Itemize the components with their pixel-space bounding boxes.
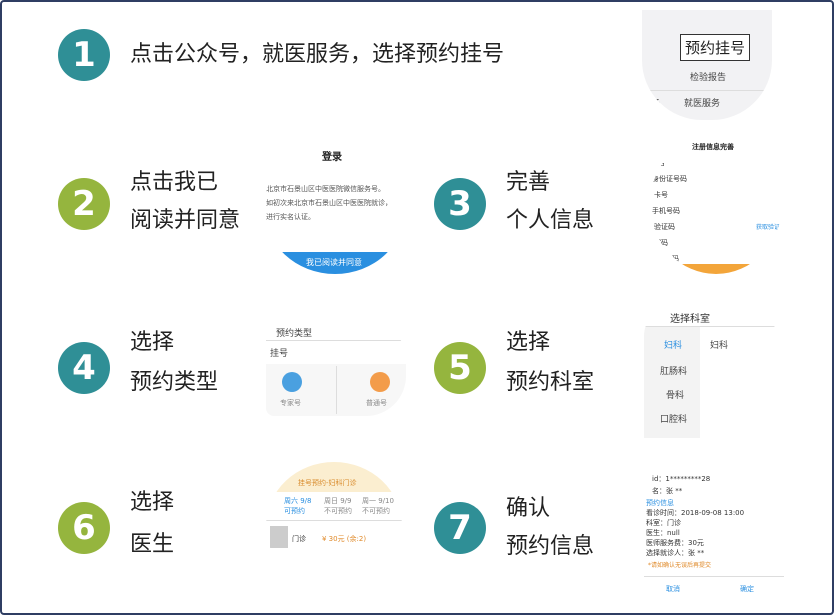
day-tab[interactable]: 周一 9/10 — [362, 496, 394, 506]
step-number: 2 — [72, 184, 96, 224]
day-status: 可预约 — [284, 507, 305, 515]
step-3-label-2: 个人信息 — [506, 208, 595, 233]
login-text: 北京市石景山区中医医院微信服务号。 — [266, 185, 385, 193]
confirm-line: 名：张 ** — [652, 487, 683, 495]
step-number: 5 — [448, 348, 472, 388]
dept-tab[interactable]: 肛肠科 — [660, 364, 687, 377]
field-label: 身份证号码 — [652, 175, 687, 183]
day-status: 不可预约 — [362, 507, 390, 515]
step-5-badge: 5 — [434, 342, 486, 394]
day-status: 不可预约 — [324, 507, 352, 515]
confirm-line: 看诊时间：2018-09-08 13:00 — [646, 509, 745, 517]
type-sub: 挂号 — [270, 349, 289, 359]
step-7-label-2: 预约信息 — [506, 534, 595, 559]
field-label: 认密码 — [658, 255, 679, 263]
dept-tab-active[interactable]: 妇科 — [664, 338, 682, 351]
agree-button-label: 我已阅读并同意 — [306, 258, 362, 267]
regular-icon — [370, 372, 390, 392]
agree-button[interactable]: 我已阅读并同意 — [264, 252, 406, 274]
step-3-screenshot: 注册信息完善 名 身份证号码 卡号 手机号码 验证码 获取验证码 密码 认密码 — [650, 134, 782, 274]
confirm-line: 选择就诊人：张 ** — [646, 549, 705, 557]
field-label: 卡号 — [654, 191, 668, 199]
login-text: 进行实名认证。 — [266, 213, 315, 221]
step-number: 7 — [448, 508, 472, 548]
step-1-badge: 1 — [58, 29, 110, 81]
cancel-button[interactable]: 取消 — [666, 584, 680, 594]
confirm-line: 医师服务费：30元 — [646, 539, 704, 547]
step-6-label-1: 选择 — [130, 490, 175, 515]
confirm-heading: 预约信息 — [646, 499, 674, 507]
dept-tab[interactable]: 口腔科 — [660, 412, 687, 425]
dept-tab[interactable]: 骨科 — [666, 388, 684, 401]
get-code-link[interactable]: 获取验证码 — [756, 222, 782, 231]
step-3-badge: 3 — [434, 178, 486, 230]
step-7-label-1: 确认 — [506, 496, 551, 521]
doctor-title: 挂号预约-妇科门诊 — [298, 479, 357, 487]
day-tab[interactable]: 周六 9/8 — [284, 496, 312, 506]
step-number: 4 — [72, 348, 96, 388]
step-5-screenshot: 选择科室 妇科 妇科 肛肠科 骨科 口腔科 — [644, 306, 776, 438]
dept-item[interactable]: 妇科 — [710, 338, 728, 351]
field-label: 手机号码 — [652, 207, 680, 215]
step-5-label-2: 预约科室 — [506, 370, 595, 395]
step-2-label-2: 阅读并同意 — [130, 208, 241, 233]
menu-item: 检验报告 — [690, 73, 727, 83]
submit-button[interactable] — [670, 264, 762, 274]
step-4-badge: 4 — [58, 342, 110, 394]
step-5-label-1: 选择 — [506, 330, 551, 355]
bar-mid: 就医服务 — [684, 99, 721, 109]
confirm-line: 医生：null — [646, 529, 680, 537]
step-4-label-2: 预约类型 — [130, 370, 219, 395]
confirm-note: *请如确认无误后再提交 — [648, 562, 712, 569]
slot-label: 门诊 — [292, 535, 306, 543]
confirm-line: 科室：门诊 — [646, 519, 681, 527]
field-label: 名 — [658, 159, 665, 167]
step-1-screenshot: 预约挂号 检验报告 服务 就医服务 个 — [642, 10, 772, 120]
step-2-label-1: 点击我已 — [130, 170, 219, 195]
expert-icon — [282, 372, 302, 392]
register-title: 注册信息完善 — [692, 143, 734, 151]
confirm-button[interactable]: 确定 — [740, 584, 754, 594]
confirm-line: id：1*********28 — [652, 475, 711, 483]
type-title: 预约类型 — [276, 329, 313, 339]
step-3-label-1: 完善 — [506, 170, 551, 195]
step-2-badge: 2 — [58, 178, 110, 230]
doctor-avatar — [270, 526, 288, 548]
step-1-label: 点击公众号，就医服务，选择预约挂号 — [130, 42, 505, 67]
step-7-screenshot: id：1*********28 名：张 ** 预约信息 看诊时间：2018-09… — [644, 472, 784, 600]
step-number: 1 — [72, 35, 96, 75]
step-number: 6 — [72, 508, 96, 548]
field-label: 验证码 — [654, 223, 675, 231]
step-number: 3 — [448, 184, 472, 224]
step-4-screenshot: 预约类型 挂号 专家号 普通号 — [266, 320, 406, 416]
bar-right: 个 — [760, 99, 770, 109]
login-title: 登录 — [322, 152, 342, 163]
slot-price[interactable]: ¥ 30元 (余:2) — [322, 534, 366, 544]
day-tab[interactable]: 周日 9/9 — [324, 496, 352, 506]
instruction-card: 1 点击公众号，就医服务，选择预约挂号 预约挂号 检验报告 服务 就医服务 个 … — [0, 0, 834, 615]
step-2-screenshot: 登录 北京市石景山区中医医院微信服务号。 如初次来北京市石景山区中医医院就诊， … — [264, 142, 406, 274]
step-4-label-1: 选择 — [130, 330, 175, 355]
step-6-screenshot: 挂号预约-妇科门诊 周六 9/8 可预约 周日 9/9 不可预约 周一 9/10… — [266, 462, 402, 590]
menu-title: 预约挂号 — [680, 34, 751, 61]
field-label: 密码 — [654, 239, 668, 247]
bar-left: 服务 — [642, 99, 661, 109]
option-expert[interactable]: 专家号 — [280, 398, 301, 408]
step-7-badge: 7 — [434, 502, 486, 554]
dept-title: 选择科室 — [670, 314, 710, 325]
option-regular[interactable]: 普通号 — [366, 398, 387, 408]
step-6-badge: 6 — [58, 502, 110, 554]
login-text: 如初次来北京市石景山区中医医院就诊， — [266, 199, 392, 207]
step-6-label-2: 医生 — [130, 532, 175, 557]
